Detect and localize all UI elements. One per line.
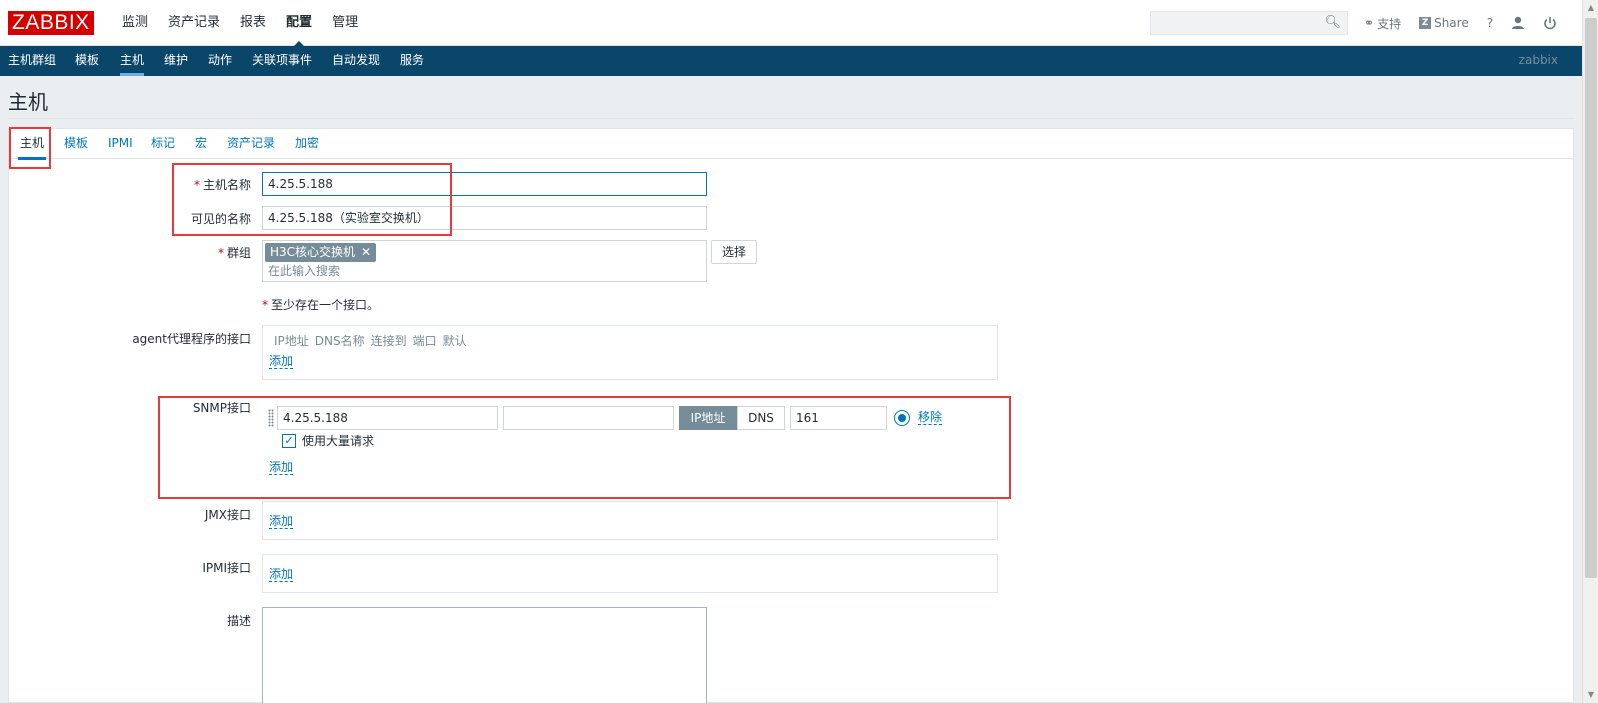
main-menu: 监测 资产记录 报表 配置 管理: [122, 0, 378, 47]
form-tabs: 主机 模板 IPMI 标记 宏 资产记录 加密: [9, 129, 1573, 160]
page-title: 主机: [8, 92, 48, 114]
top-links: ⚭ 支持 Z Share ?: [1364, 0, 1575, 46]
highlight-name-fields: [172, 163, 452, 236]
submenu-hosts[interactable]: 主机: [120, 46, 145, 76]
logout-link[interactable]: [1543, 16, 1557, 30]
description-label: 描述: [226, 614, 251, 628]
submenu-discovery[interactable]: 自动发现: [332, 46, 380, 76]
sub-menu: 主机群组 模板 主机 维护 动作 关联项事件 自动发现 服务 zabbix: [0, 46, 1582, 76]
agent-interface-headers: IP地址 DNS名称 连接到 端口 默认: [274, 332, 467, 349]
search-icon[interactable]: 🔍︎: [1324, 15, 1341, 30]
headset-icon: ⚭: [1364, 16, 1375, 30]
add-ipmi-interface-link[interactable]: 添加: [269, 567, 294, 582]
share-link[interactable]: Z Share: [1419, 16, 1469, 30]
highlight-snmp-interface: [158, 396, 1011, 499]
share-z-icon: Z: [1419, 17, 1432, 29]
description-textarea[interactable]: [262, 607, 707, 703]
col-connect-to: 连接到: [370, 334, 407, 348]
jmx-interfaces-label: JMX接口: [204, 508, 251, 522]
agent-interfaces-label: agent代理程序的接口: [132, 332, 251, 346]
group-tag: H3C核心交换机 ✕: [265, 243, 377, 262]
help-icon: ?: [1486, 16, 1494, 30]
submenu-maintenance[interactable]: 维护: [164, 46, 188, 76]
scroll-up-arrow-icon[interactable]: ▲: [1586, 3, 1596, 13]
help-link[interactable]: ?: [1487, 16, 1493, 30]
add-agent-interface-link[interactable]: 添加: [269, 354, 294, 369]
support-link[interactable]: ⚭ 支持: [1364, 15, 1401, 32]
user-profile-link[interactable]: [1511, 16, 1525, 30]
power-icon: [1544, 17, 1556, 30]
user-icon: [1512, 16, 1525, 29]
col-port: 端口: [412, 334, 437, 348]
current-user: zabbix: [1518, 53, 1558, 67]
submenu-services[interactable]: 服务: [400, 46, 424, 76]
col-dns: DNS名称: [314, 334, 365, 348]
tab-ipmi[interactable]: IPMI: [108, 129, 133, 159]
interface-notice-text: 至少存在一个接口。: [271, 298, 380, 312]
ipmi-interfaces-box: 添加: [262, 554, 998, 593]
support-label: 支持: [1377, 16, 1402, 31]
tab-tags[interactable]: 标记: [151, 129, 175, 159]
scroll-down-arrow-icon[interactable]: ▼: [1586, 690, 1596, 700]
submenu-correlation[interactable]: 关联项事件: [252, 46, 312, 76]
tab-macros[interactable]: 宏: [195, 129, 207, 159]
title-divider: [8, 118, 1574, 119]
search-input[interactable]: 🔍︎: [1150, 11, 1348, 35]
menu-administration[interactable]: 管理: [332, 0, 358, 46]
share-label: Share: [1434, 16, 1469, 30]
groups-label: * 群组: [51, 244, 251, 261]
interface-notice: * 至少存在一个接口。: [262, 296, 379, 313]
submenu-host-groups[interactable]: 主机群组: [8, 46, 56, 76]
required-asterisk: *: [217, 246, 224, 260]
group-tag-label: H3C核心交换机: [270, 245, 356, 259]
tag-remove-icon[interactable]: ✕: [361, 245, 371, 259]
menu-configuration[interactable]: 配置: [286, 0, 312, 47]
select-groups-button[interactable]: 选择: [711, 240, 757, 264]
groups-search-placeholder[interactable]: 在此输入搜索: [268, 263, 340, 279]
vertical-scrollbar[interactable]: ▲ ▼: [1582, 0, 1598, 703]
add-jmx-interface-link[interactable]: 添加: [269, 514, 294, 529]
menu-reports[interactable]: 报表: [240, 0, 266, 46]
tab-encryption[interactable]: 加密: [295, 129, 319, 159]
menu-inventory[interactable]: 资产记录: [168, 0, 220, 46]
jmx-interfaces-box: 添加: [262, 501, 998, 540]
groups-label-text: 群组: [226, 246, 251, 260]
submenu-actions[interactable]: 动作: [208, 46, 232, 76]
menu-monitoring[interactable]: 监测: [122, 0, 148, 46]
scrollbar-thumb[interactable]: [1585, 18, 1597, 578]
col-default: 默认: [442, 334, 467, 348]
col-ip: IP地址: [274, 334, 309, 348]
required-asterisk: *: [262, 298, 268, 312]
agent-interfaces-box: IP地址 DNS名称 连接到 端口 默认 添加: [262, 325, 998, 380]
tab-templates[interactable]: 模板: [64, 129, 88, 159]
highlight-tab-host: [9, 127, 51, 169]
groups-multiselect[interactable]: H3C核心交换机 ✕ 在此输入搜索: [262, 240, 707, 282]
zabbix-logo[interactable]: ZABBIX: [8, 11, 94, 35]
ipmi-interfaces-label: IPMI接口: [202, 561, 251, 575]
top-header: ZABBIX 监测 资产记录 报表 配置 管理 🔍︎ ⚭ 支持 Z Share …: [0, 0, 1582, 47]
submenu-templates[interactable]: 模板: [75, 46, 99, 76]
tab-inventory[interactable]: 资产记录: [227, 129, 275, 159]
